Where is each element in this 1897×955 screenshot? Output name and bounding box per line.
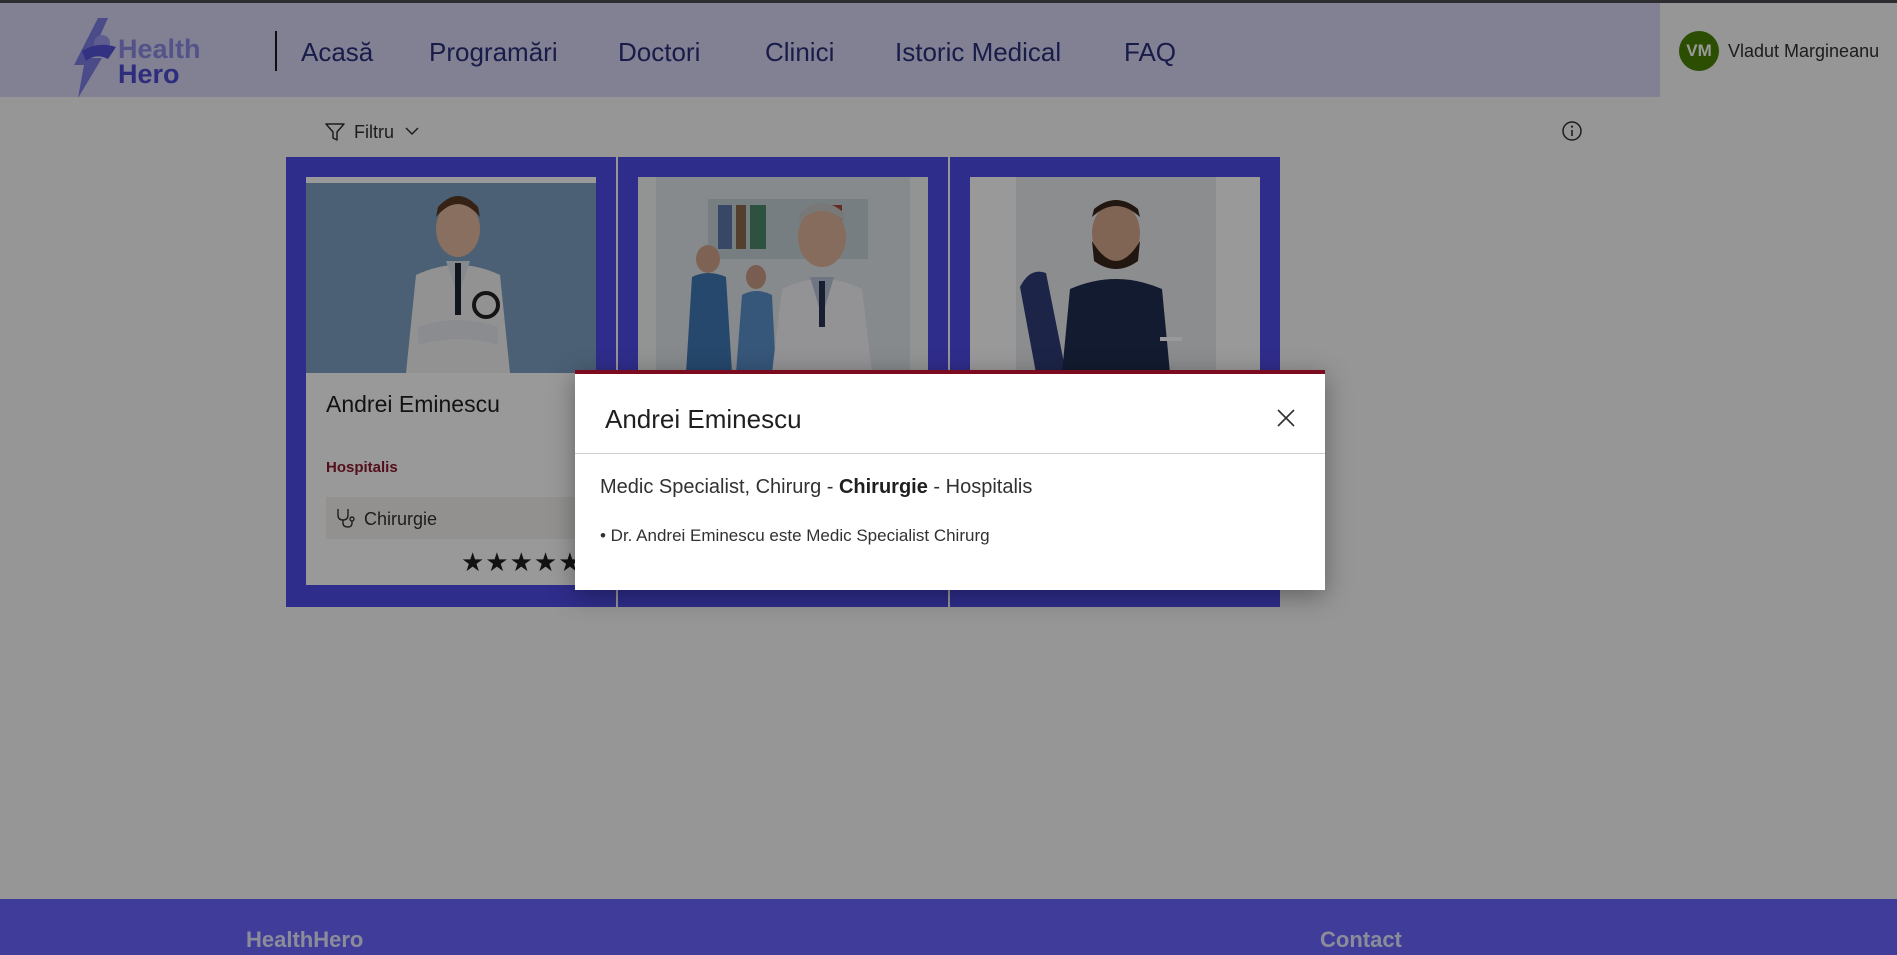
doctor-specialty: Chirurgie <box>838 476 928 498</box>
doctor-clinic-suffix: - Hospitalis <box>927 476 1033 498</box>
doctor-title-role: Medic Specialist, Chirurg - <box>600 476 839 498</box>
close-icon[interactable] <box>1275 407 1297 429</box>
doctor-description: • Dr. Andrei Eminescu este Medic Special… <box>600 526 990 545</box>
doctor-subtitle: Medic Specialist, Chirurg - Chirurgie - … <box>600 476 1032 499</box>
doctor-details-dialog: Andrei Eminescu Medic Specialist, Chirur… <box>575 370 1325 590</box>
dialog-header: Andrei Eminescu <box>575 374 1325 454</box>
dialog-title: Andrei Eminescu <box>605 404 802 434</box>
